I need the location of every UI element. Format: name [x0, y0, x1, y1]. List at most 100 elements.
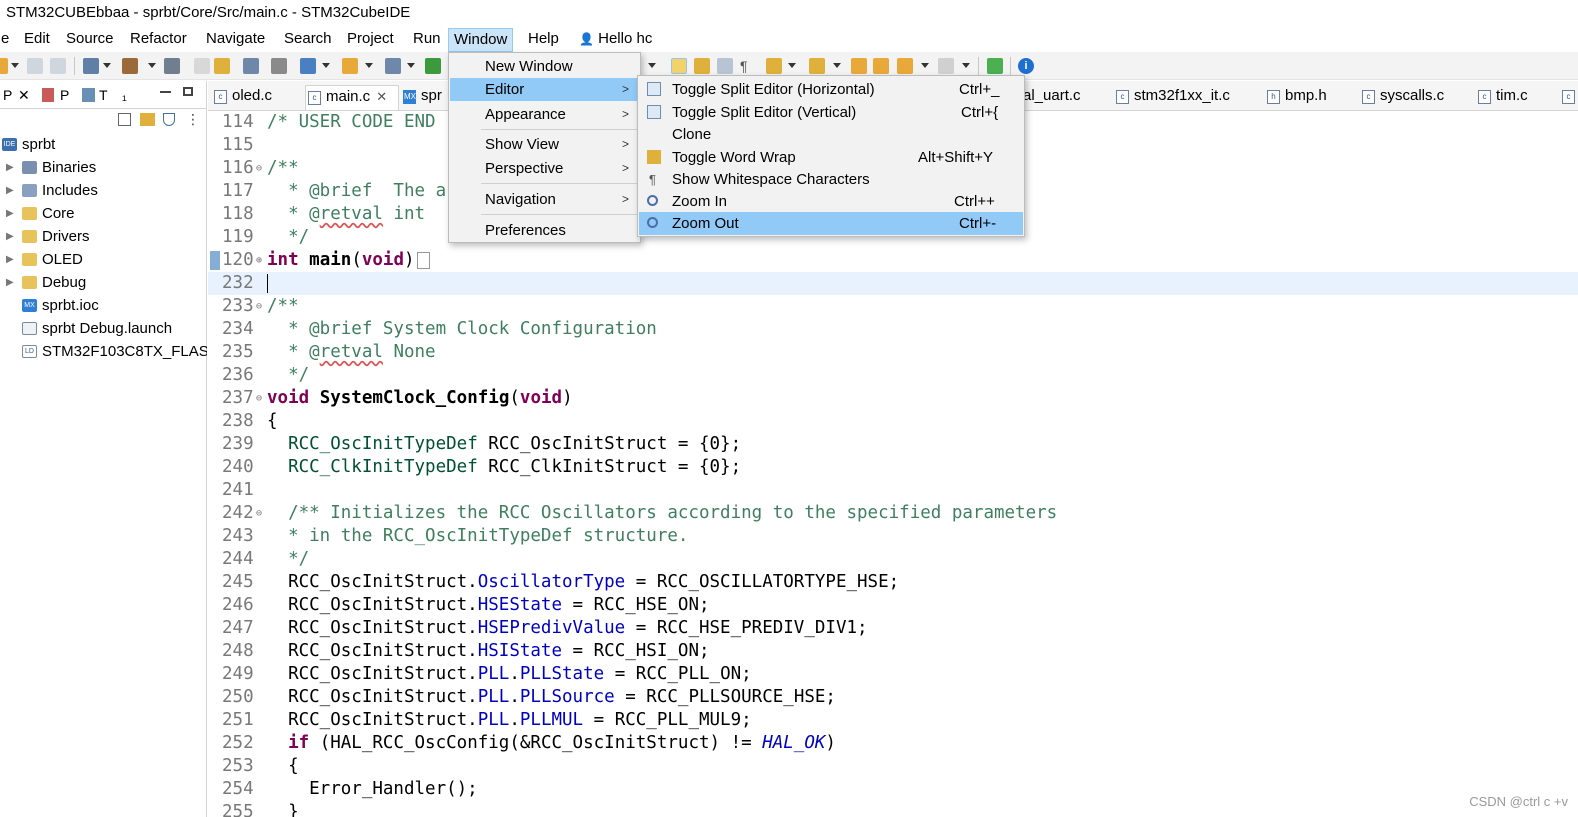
code-line[interactable]: 240 RCC_ClkInitTypeDef RCC_ClkInitStruct… [208, 456, 1578, 479]
redo-icon[interactable] [214, 58, 230, 74]
tab-oled-c[interactable]: c oled.c [212, 85, 304, 110]
collapse-icon[interactable]: ⊖ [256, 295, 262, 318]
info-icon[interactable]: i [1018, 58, 1034, 74]
code-line[interactable]: 237 ⊖ void SystemClock_Config(void) [208, 387, 1578, 410]
tree-item-drivers[interactable]: ▶ Drivers [0, 225, 207, 248]
chevron-right-icon[interactable]: ▶ [6, 156, 14, 179]
menu-navigate[interactable]: Navigate [201, 28, 270, 52]
highlight-icon[interactable] [671, 58, 687, 74]
tab-overflow[interactable]: ₁ [122, 85, 127, 105]
prev-annotation-dropdown-icon[interactable] [833, 63, 841, 68]
menu-source[interactable]: Source [61, 28, 119, 52]
menu-window[interactable]: Window [448, 28, 514, 52]
configurations-dropdown-icon[interactable] [103, 63, 111, 68]
code-line[interactable]: 236 */ [208, 364, 1578, 387]
manage-configurations-icon[interactable] [83, 58, 99, 74]
run-config-icon[interactable] [300, 58, 316, 74]
menu-edit[interactable]: Edit [19, 28, 55, 52]
tree-item-binaries[interactable]: ▶ Binaries [0, 156, 207, 179]
undo-icon[interactable] [194, 58, 210, 74]
external-tools-dropdown-icon[interactable] [365, 63, 373, 68]
menu-file[interactable]: e [0, 28, 14, 52]
menu-item-toggle-split-vertical[interactable]: Toggle Split Editor (Vertical) Ctrl+{ [639, 101, 1023, 124]
chevron-right-icon[interactable]: ▶ [6, 179, 14, 202]
code-line[interactable]: 120 ⊕ int main(void) [208, 249, 1578, 272]
collapse-icon[interactable]: ⊖ [256, 157, 262, 180]
menu-item-toggle-split-horizontal[interactable]: Toggle Split Editor (Horizontal) Ctrl+_ [639, 78, 1023, 101]
debug-icon[interactable] [243, 58, 259, 74]
code-line[interactable]: 254 Error_Handler(); [208, 778, 1578, 801]
tab-registers[interactable]: P [60, 85, 69, 105]
tab-sprbt-ioc[interactable]: MX spr [401, 85, 449, 110]
code-line[interactable]: 239 RCC_OscInitTypeDef RCC_OscInitStruct… [208, 433, 1578, 456]
code-line[interactable]: 243 * in the RCC_OscInitTypeDef structur… [208, 525, 1578, 548]
collapse-all-icon[interactable] [118, 113, 131, 126]
menu-item-navigation[interactable]: Navigation > [450, 188, 639, 211]
refresh-icon[interactable] [425, 58, 441, 74]
build-dropdown-icon[interactable] [148, 63, 156, 68]
tab-outline[interactable]: T [99, 85, 108, 105]
open-type-icon[interactable] [385, 58, 401, 74]
menu-item-perspective[interactable]: Perspective > [450, 157, 639, 180]
folded-code-marker[interactable] [416, 251, 430, 269]
code-line[interactable]: 246 RCC_OscInitStruct.HSEState = RCC_HSE… [208, 594, 1578, 617]
new-dropdown-icon[interactable] [11, 63, 19, 68]
code-line[interactable]: 232 [208, 272, 1578, 295]
code-line[interactable]: 255 } [208, 801, 1578, 817]
menu-search[interactable]: Search [279, 28, 337, 52]
tab-main-c[interactable]: c main.c ✕ [305, 85, 399, 110]
tree-item-linker-script[interactable]: LD STM32F103C8TX_FLAS [0, 340, 207, 363]
forward-icon[interactable] [938, 58, 954, 74]
back-dropdown-icon[interactable] [921, 63, 929, 68]
menu-item-clone[interactable]: Clone [639, 123, 1023, 146]
menu-item-toggle-word-wrap[interactable]: Toggle Word Wrap Alt+Shift+Y [639, 146, 1023, 169]
block-selection-icon[interactable] [717, 58, 733, 74]
code-line[interactable]: 241 [208, 479, 1578, 502]
open-perspective-icon[interactable] [987, 58, 1003, 74]
tab-overflow[interactable]: c [1560, 85, 1578, 110]
menu-item-preferences[interactable]: Preferences [450, 219, 639, 242]
menu-item-editor[interactable]: Editor > [450, 78, 639, 101]
last-edit-icon[interactable] [851, 58, 867, 74]
registers-icon[interactable] [42, 88, 54, 102]
external-tools-icon[interactable] [342, 58, 358, 74]
code-line[interactable]: 238 { [208, 410, 1578, 433]
next-annotation-dropdown-icon[interactable] [788, 63, 796, 68]
menu-project[interactable]: Project [342, 28, 399, 52]
code-line[interactable]: 248 RCC_OscInitStruct.HSIState = RCC_HSI… [208, 640, 1578, 663]
menu-refactor[interactable]: Refactor [125, 28, 192, 52]
prev-annotation-icon[interactable] [809, 58, 825, 74]
menu-run[interactable]: Run [408, 28, 446, 52]
view-menu-icon[interactable]: ⋮ [186, 111, 200, 128]
tab-project-explorer[interactable]: P [3, 85, 12, 105]
tree-item-debug[interactable]: ▶ Debug [0, 271, 207, 294]
code-line[interactable]: 234 * @brief System Clock Configuration [208, 318, 1578, 341]
filter-icon[interactable] [163, 113, 175, 126]
code-line[interactable]: 249 RCC_OscInitStruct.PLL.PLLState = RCC… [208, 663, 1578, 686]
code-line[interactable]: 252 if (HAL_RCC_OscConfig(&RCC_OscInitSt… [208, 732, 1578, 755]
code-line[interactable]: 245 RCC_OscInitStruct.OscillatorType = R… [208, 571, 1578, 594]
build-all-icon[interactable] [164, 58, 180, 74]
chevron-right-icon[interactable]: ▶ [6, 271, 14, 294]
tab-syscalls-c[interactable]: c syscalls.c [1360, 85, 1444, 110]
tree-item-ioc[interactable]: MX sprbt.ioc [0, 294, 207, 317]
toggle-mark-icon[interactable] [694, 58, 710, 74]
menu-item-appearance[interactable]: Appearance > [450, 103, 639, 126]
code-line[interactable]: 233 ⊖/** [208, 295, 1578, 318]
menu-item-zoom-in[interactable]: Zoom In Ctrl++ [639, 190, 1023, 213]
forward-dropdown-icon[interactable] [962, 63, 970, 68]
save-all-icon[interactable] [50, 58, 66, 74]
menu-item-new-window[interactable]: New Window [450, 55, 639, 78]
code-line[interactable]: 247 RCC_OscInitStruct.HSEPredivValue = R… [208, 617, 1578, 640]
close-icon[interactable]: ✕ [376, 89, 387, 104]
link-with-editor-icon[interactable] [140, 113, 155, 126]
open-type-dropdown-icon[interactable] [407, 63, 415, 68]
collapse-icon[interactable]: ⊖ [256, 502, 262, 525]
pilcrow-icon[interactable]: ¶ [740, 58, 756, 74]
code-line[interactable]: 242 ⊖ /** Initializes the RCC Oscillators… [208, 502, 1578, 525]
collapse-icon[interactable]: ⊖ [256, 387, 262, 410]
maximize-icon[interactable] [183, 87, 193, 96]
tree-item-project[interactable]: IDE sprbt [0, 133, 207, 156]
minimize-icon[interactable] [160, 91, 171, 93]
tree-item-includes[interactable]: ▶ Includes [0, 179, 207, 202]
